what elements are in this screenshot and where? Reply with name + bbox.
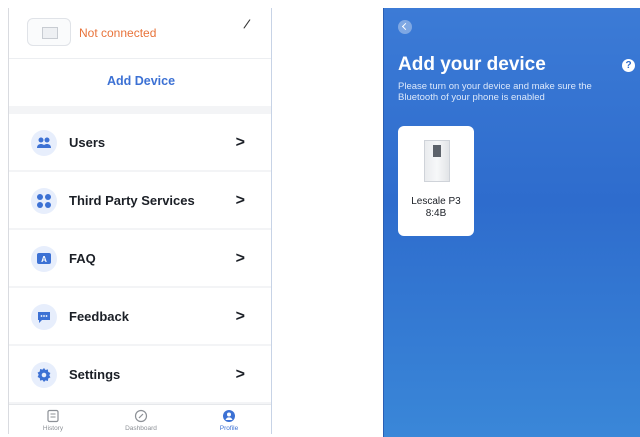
chevron-right-icon: > [235, 192, 245, 209]
tab-label: History [42, 425, 64, 432]
faq-icon: A [31, 246, 57, 272]
chevron-right-icon: > [235, 134, 245, 151]
chevron-right-icon: > [235, 366, 245, 383]
menu-item-users[interactable]: Users > [9, 114, 271, 170]
gear-icon [31, 362, 57, 388]
tab-label: Dashboard [125, 425, 157, 432]
apps-icon [31, 188, 57, 214]
tab-label: Profile [219, 425, 239, 432]
edit-icon[interactable]: / [242, 16, 251, 32]
menu-item-feedback[interactable]: Feedback > [9, 288, 271, 344]
add-device-screen: Add your device ? Please turn on your de… [383, 8, 640, 437]
device-id: 8:4B [425, 208, 447, 219]
compass-icon [134, 409, 148, 423]
instruction-text: Please turn on your device and make sure… [398, 81, 592, 103]
menu-item-faq[interactable]: A FAQ > [9, 230, 271, 286]
users-icon [31, 130, 57, 156]
menu-item-label: Feedback [69, 309, 129, 324]
chevron-right-icon: > [235, 308, 245, 325]
help-icon[interactable]: ? [622, 59, 635, 72]
tab-dashboard[interactable]: Dashboard [111, 409, 171, 432]
menu-item-label: Users [69, 135, 106, 150]
device-thumbnail[interactable] [27, 18, 71, 46]
device-card: Not connected / Add Device [9, 8, 271, 106]
menu-item-label: FAQ [69, 251, 96, 266]
menu-item-settings[interactable]: Settings > [9, 346, 271, 402]
scale-image [424, 140, 450, 182]
chevron-right-icon: > [235, 250, 245, 267]
feedback-icon [31, 304, 57, 330]
divider [9, 58, 271, 59]
tab-history[interactable]: History [23, 409, 83, 432]
page-title: Add your device [398, 54, 546, 75]
tab-profile[interactable]: Profile [199, 409, 259, 432]
svg-text:A: A [41, 255, 47, 264]
menu-item-label: Settings [69, 367, 121, 382]
menu-item-third-party-services[interactable]: Third Party Services > [9, 172, 271, 228]
profile-screen: Not connected / Add Device Users > Third… [8, 8, 272, 434]
history-icon [47, 409, 59, 423]
back-button[interactable] [398, 20, 412, 34]
device-name: Lescale P3 [411, 196, 461, 207]
profile-menu: Users > Third Party Services > A FAQ > F… [9, 114, 271, 404]
connection-status: Not connected [79, 26, 157, 40]
add-device-button[interactable]: Add Device [9, 74, 271, 88]
device-tile[interactable]: Lescale P3 8:4B [398, 126, 474, 236]
menu-item-label: Third Party Services [69, 193, 195, 208]
bottom-tab-bar: History Dashboard Profile [9, 404, 271, 434]
profile-icon [223, 410, 235, 422]
